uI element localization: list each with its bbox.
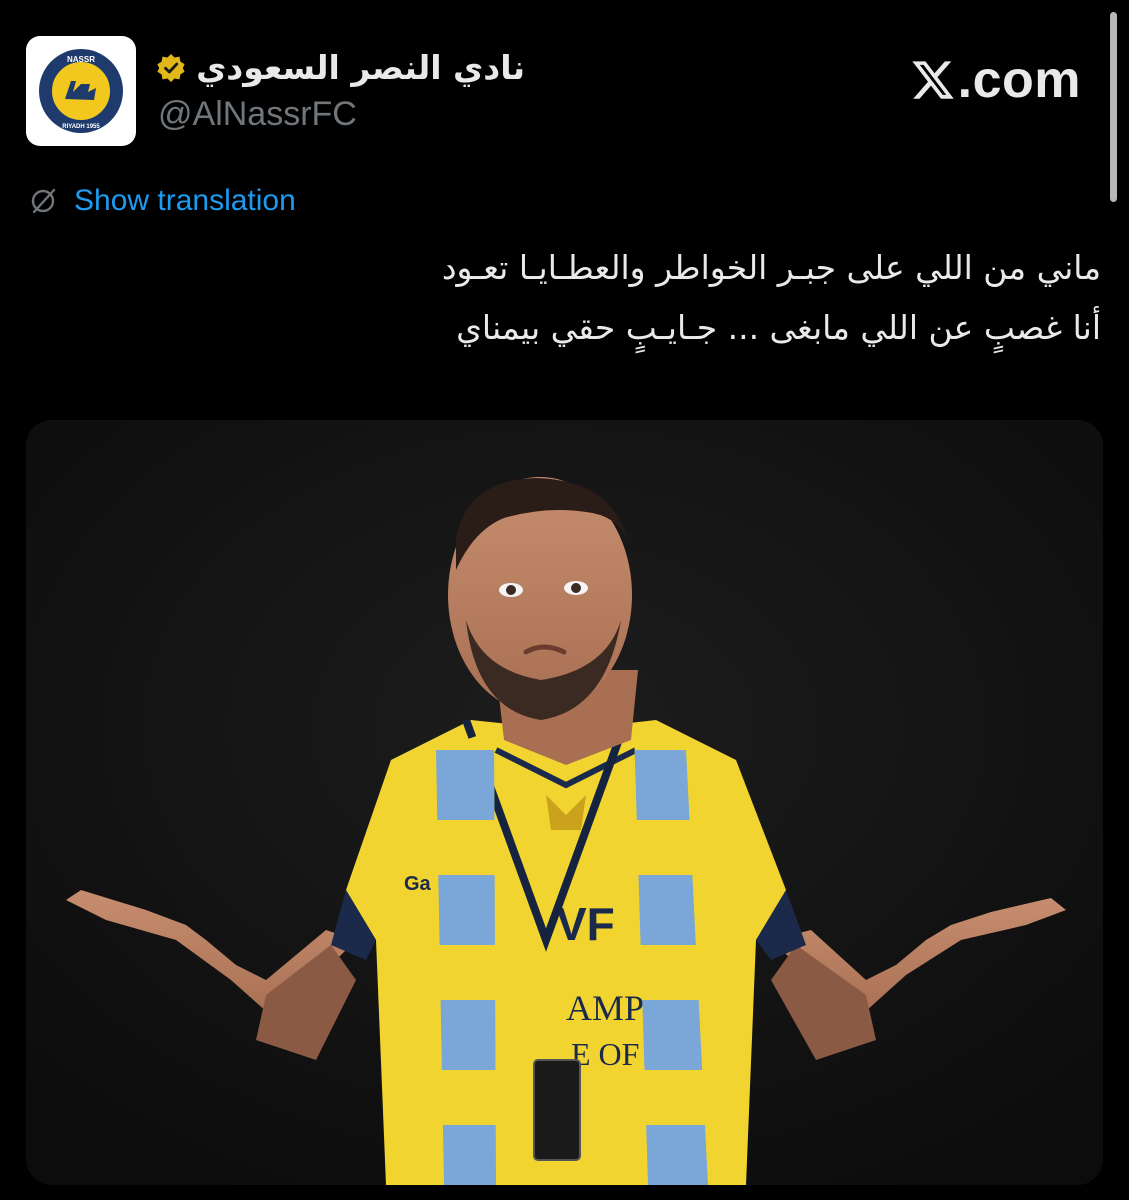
tweet-text: ماني من اللي على جبـر الخواطر والعطـايـا… xyxy=(41,238,1101,358)
crest-top-text: NASSR xyxy=(67,55,95,64)
tweet-line-1: ماني من اللي على جبـر الخواطر والعطـايـا… xyxy=(441,248,1101,287)
x-logo-icon xyxy=(910,57,956,103)
jersey-sponsor-text: Ga xyxy=(404,873,432,895)
translate-icon xyxy=(31,188,56,214)
jersey-print-1: VF xyxy=(556,898,615,950)
site-logo: .com xyxy=(910,50,1081,110)
crest-bottom-text: RIYADH 1955 xyxy=(62,124,100,130)
account-handle[interactable]: @AlNassrFC xyxy=(158,95,357,134)
account-display-name: نادي النصر السعودي xyxy=(196,48,525,87)
show-translation-label: Show translation xyxy=(74,184,296,217)
profile-avatar[interactable]: NASSR RIYADH 1955 xyxy=(26,36,136,146)
verified-badge-icon xyxy=(156,53,186,83)
display-name-row[interactable]: نادي النصر السعودي xyxy=(156,48,525,87)
player-photo: Ga VF AMPIO E OF M xyxy=(26,420,1103,1185)
site-domain-text: .com xyxy=(957,51,1081,109)
tweet-line-2: أنا غصبٍ عن اللي مابغى ... جـايـبٍ حقي ب… xyxy=(456,308,1101,347)
scrollbar[interactable] xyxy=(1110,12,1117,202)
al-nassr-crest-icon: NASSR RIYADH 1955 xyxy=(39,49,123,133)
tweet-media-image[interactable]: Ga VF AMPIO E OF M xyxy=(26,420,1103,1185)
show-translation-link[interactable]: Show translation xyxy=(28,184,296,218)
